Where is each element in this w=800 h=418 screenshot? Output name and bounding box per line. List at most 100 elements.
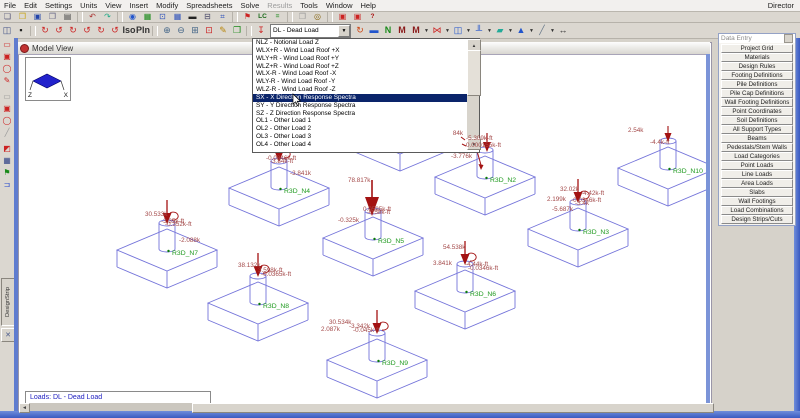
load-case-option-wlx-r[interactable]: WLX+R - Wind Load Roof +X — [253, 47, 479, 55]
data-entry-materials[interactable]: Materials — [721, 53, 793, 62]
data-entry-slabs[interactable]: Slabs — [721, 188, 793, 197]
menu-item-help[interactable]: Help — [357, 1, 380, 10]
window-icon[interactable]: ◫ — [451, 25, 465, 37]
data-entry-soil-definitions[interactable]: Soil Definitions — [721, 116, 793, 125]
equals-icon[interactable]: = — [270, 12, 285, 22]
vertical-scrollbar[interactable] — [706, 54, 710, 403]
spreadsheet-icon[interactable]: ▦ — [140, 12, 155, 22]
solve-icon[interactable]: ⚑ — [240, 12, 255, 22]
data-entry-pile-definitions[interactable]: Pile Definitions — [721, 80, 793, 89]
render-view-icon[interactable]: ▬ — [185, 12, 200, 22]
red-box-2-icon[interactable]: ▣ — [350, 12, 365, 22]
copy-icon[interactable]: ❐ — [45, 12, 60, 22]
rotate-y-minus-icon[interactable]: ↺ — [80, 25, 94, 37]
open-folder-icon[interactable]: ❒ — [15, 12, 30, 22]
data-entry-beams[interactable]: Beams — [721, 134, 793, 143]
unselect-line-icon[interactable]: ╱ — [1, 127, 13, 138]
data-entry-design-strips-cuts[interactable]: Design Strips/Cuts — [721, 215, 793, 224]
menu-item-spreadsheets[interactable]: Spreadsheets — [182, 1, 236, 10]
rotate-z-minus-icon[interactable]: ↺ — [108, 25, 122, 37]
design-strip-button[interactable]: DesignStrip — [1, 278, 15, 326]
dropdown-caret-icon[interactable]: ▼ — [423, 28, 430, 34]
load-case-option-sz[interactable]: SZ - Z Direction Response Spectra — [253, 110, 479, 118]
zoom-window-icon[interactable]: ⊞ — [188, 25, 202, 37]
new-file-icon[interactable]: ❏ — [0, 12, 15, 22]
print-icon[interactable]: ▤ — [60, 12, 75, 22]
zoom-out-icon[interactable]: ⊖ — [174, 25, 188, 37]
menu-item-modify[interactable]: Modify — [152, 1, 182, 10]
dropdown-caret-icon[interactable]: ▼ — [444, 28, 451, 34]
footing-r3d-n6[interactable]: R3D_N654.538k3.841k-4.44k-ft-0.0346k-ft — [415, 241, 515, 329]
disk-icon[interactable]: ▬ — [367, 25, 381, 37]
refresh-loads-icon[interactable]: ↻ — [353, 25, 367, 37]
selection-box-icon[interactable]: ⊡ — [155, 12, 170, 22]
menu-item-director[interactable]: Director — [768, 1, 800, 10]
data-entry-load-categories[interactable]: Load Categories — [721, 152, 793, 161]
moment-x-icon[interactable]: M — [395, 25, 409, 37]
dropdown-caret-icon[interactable]: ▼ — [486, 28, 493, 34]
undo-icon[interactable]: ↶ — [85, 12, 100, 22]
menu-item-insert[interactable]: Insert — [125, 1, 152, 10]
menu-item-edit[interactable]: Edit — [20, 1, 41, 10]
data-entry-load-combinations[interactable]: Load Combinations — [721, 206, 793, 215]
scroll-left-button[interactable]: ◄ — [19, 403, 30, 413]
red-box-1-icon[interactable]: ▣ — [335, 12, 350, 22]
pedestal-icon[interactable]: ▲ — [514, 25, 528, 37]
load-case-option-wly-r[interactable]: WLY+R - Wind Load Roof +Y — [253, 55, 479, 63]
load-combination-icon[interactable]: LC — [255, 12, 270, 22]
distance-icon[interactable]: ↔ — [556, 25, 570, 37]
dropdown-caret-icon[interactable]: ▼ — [507, 28, 514, 34]
load-case-option-nlz[interactable]: NLZ - Notional Load Z — [253, 39, 479, 47]
save-icon[interactable]: ▣ — [30, 12, 45, 22]
new-view-icon[interactable]: ◫ — [0, 25, 14, 37]
save-selection-icon[interactable]: ⚑ — [1, 167, 13, 178]
moment-z-icon[interactable]: M — [409, 25, 423, 37]
lock-unselected-icon[interactable]: ⊐ — [1, 179, 13, 190]
menu-item-window[interactable]: Window — [322, 1, 357, 10]
rotate-x-minus-icon[interactable]: ↺ — [52, 25, 66, 37]
isometric-view-icon[interactable]: Iso — [122, 25, 136, 37]
data-entry-area-loads[interactable]: Area Loads — [721, 179, 793, 188]
load-case-option-wly-r[interactable]: WLY-R - Wind Load Roof -Y — [253, 78, 479, 86]
data-entry-design-rules[interactable]: Design Rules — [721, 62, 793, 71]
dimension-line-icon[interactable]: ╱ — [535, 25, 549, 37]
load-case-option-wlx-r[interactable]: WLX-R - Wind Load Roof -X — [253, 70, 479, 78]
data-entry-point-coordinates[interactable]: Point Coordinates — [721, 107, 793, 116]
slab-icon[interactable]: ▰ — [493, 25, 507, 37]
combobox-dropdown-button[interactable]: ▼ — [338, 25, 350, 37]
load-case-option-sx[interactable]: SX - X Direction Response Spectra — [253, 94, 479, 102]
data-entry-line-loads[interactable]: Line Loads — [721, 170, 793, 179]
unselect-lasso-icon[interactable]: ◯ — [1, 115, 13, 126]
data-entry-pin-button[interactable] — [784, 34, 793, 43]
copy-view-icon[interactable]: ❐ — [230, 25, 244, 37]
menu-item-tools[interactable]: Tools — [296, 1, 322, 10]
draw-icon[interactable]: ✎ — [216, 25, 230, 37]
rotate-y-plus-icon[interactable]: ↻ — [66, 25, 80, 37]
data-entry-project-grid[interactable]: Project Grid — [721, 44, 793, 53]
unselect-box-add-icon[interactable]: ▣ — [1, 103, 13, 114]
scrollbar-track[interactable] — [30, 403, 695, 411]
move-tool-icon[interactable]: ✕ — [1, 328, 15, 342]
listbox-scrollbar-thumb[interactable] — [467, 50, 481, 96]
footing-r3d-n9[interactable]: R3D_N930.534k2.087k-3.342k-0.045k-ft — [321, 310, 427, 398]
data-entry-footing-definitions[interactable]: Footing Definitions — [721, 71, 793, 80]
select-polygon-icon[interactable]: ✎ — [1, 75, 13, 86]
data-entry-pedestals-stem-walls[interactable]: Pedestals/Stem Walls — [721, 143, 793, 152]
load-case-option-wlz-r[interactable]: WLZ-R - Wind Load Roof -Z — [253, 86, 479, 94]
footing-r3d-n7[interactable]: R3D_N730.533k-2.088k-3.35k-ft-0.352k-ft — [117, 200, 217, 288]
help-icon[interactable]: ? — [365, 12, 380, 22]
load-case-option-ol1[interactable]: OL1 - Other Load 1 — [253, 117, 479, 125]
footing-r3d-n8[interactable]: R3D_N838.132k3.598k-ft-0.0365k-ft — [208, 253, 308, 341]
copy-disabled-icon[interactable]: ❐ — [295, 12, 310, 22]
dropdown-caret-icon[interactable]: ▼ — [528, 28, 535, 34]
project-grid-icon[interactable]: ⌗ — [215, 12, 230, 22]
dropdown-caret-icon[interactable]: ▼ — [549, 28, 556, 34]
render-icon[interactable]: ▪ — [14, 25, 28, 37]
window-tile-icon[interactable]: ⊟ — [200, 12, 215, 22]
invert-selection-icon[interactable]: ◩ — [1, 143, 13, 154]
data-entry-point-loads[interactable]: Point Loads — [721, 161, 793, 170]
rotate-z-plus-icon[interactable]: ↻ — [94, 25, 108, 37]
zoom-in-icon[interactable]: ⊕ — [160, 25, 174, 37]
scrollbar-thumb[interactable] — [192, 403, 714, 413]
apply-load-icon[interactable]: ↧ — [254, 25, 268, 37]
